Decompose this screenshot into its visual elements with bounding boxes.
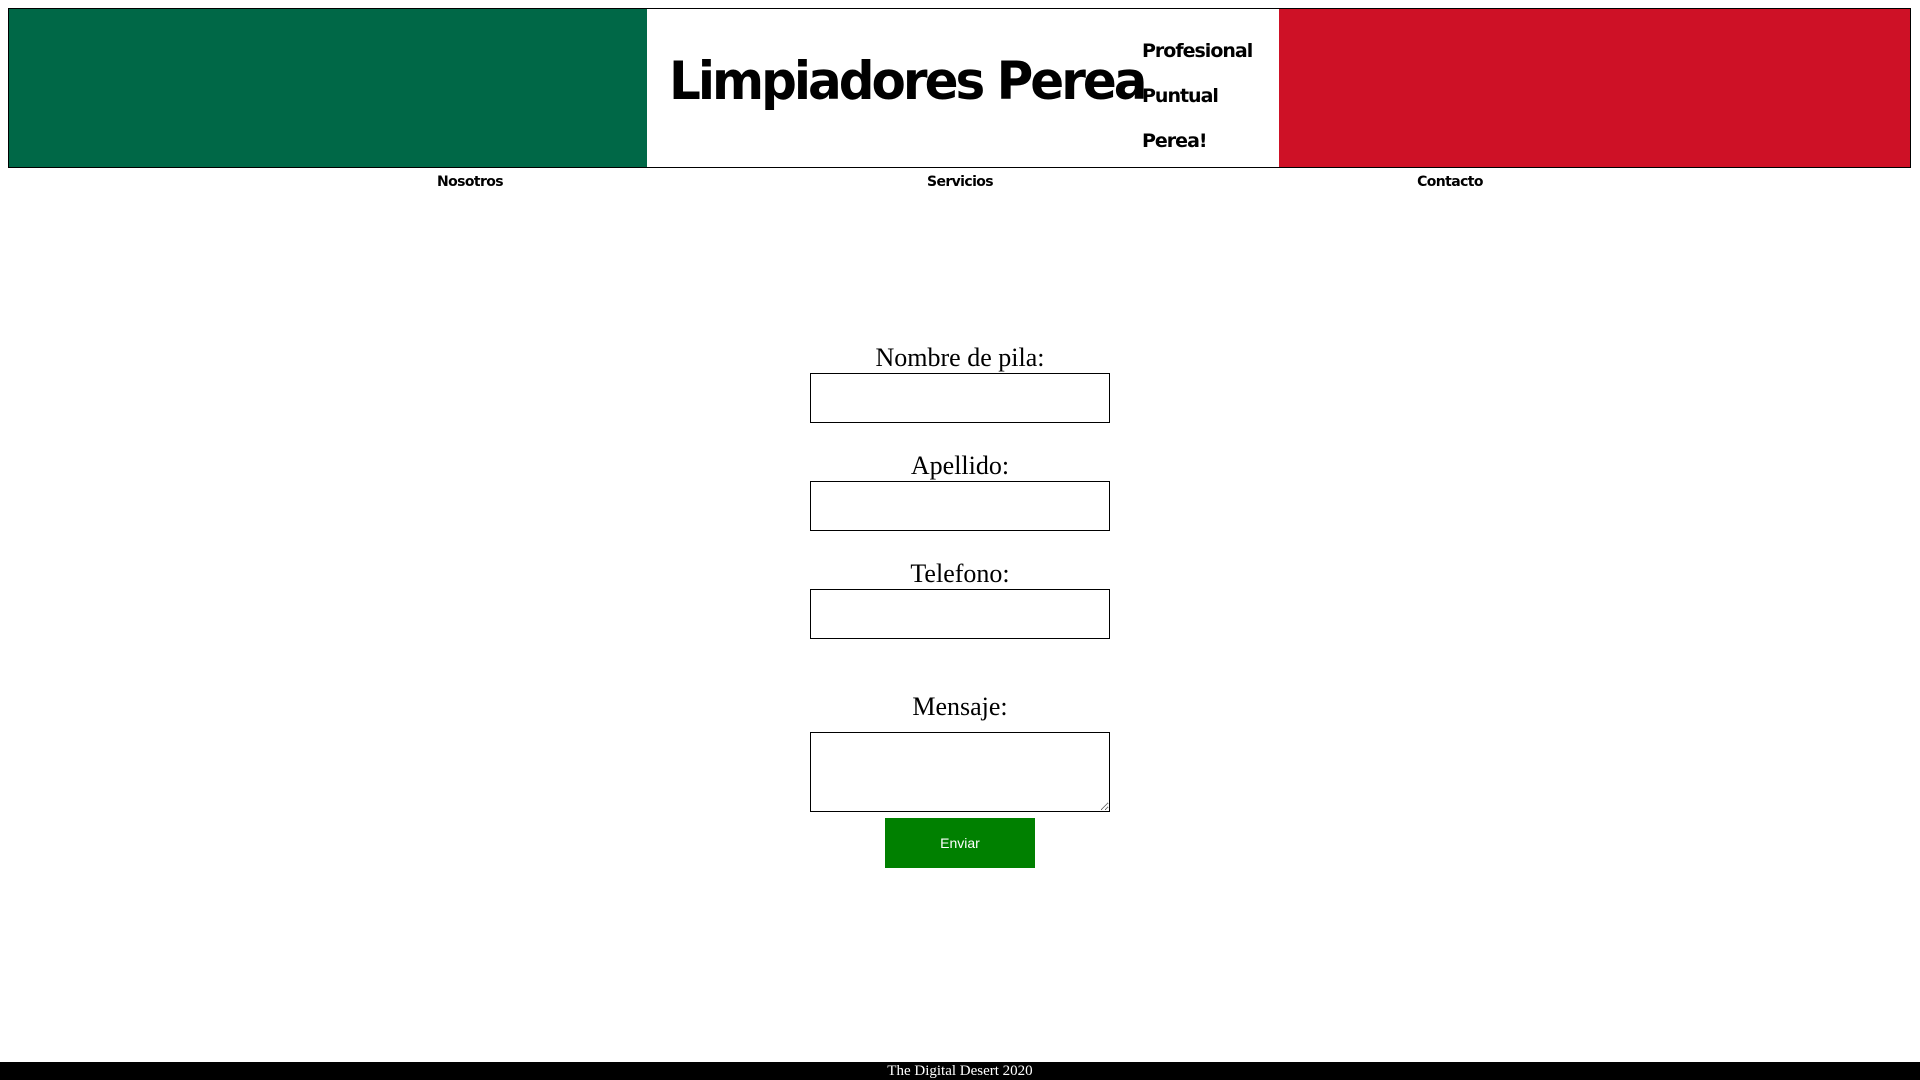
footer-text: The Digital Desert 2020 (887, 1063, 1033, 1079)
last-name-input[interactable] (810, 481, 1110, 531)
last-name-label: Apellido: (910, 451, 1010, 480)
submit-button[interactable]: Enviar (885, 818, 1035, 868)
first-name-label: Nombre de pila: (875, 343, 1045, 372)
message-textarea[interactable] (810, 732, 1110, 812)
phone-label: Telefono: (910, 559, 1010, 588)
footer: The Digital Desert 2020 (0, 1062, 1920, 1080)
phone-input[interactable] (810, 589, 1110, 639)
first-name-input[interactable] (810, 373, 1110, 423)
contact-form: Nombre de pila: Apellido: Telefono: Mens… (0, 0, 1920, 1080)
message-label: Mensaje: (912, 692, 1008, 721)
